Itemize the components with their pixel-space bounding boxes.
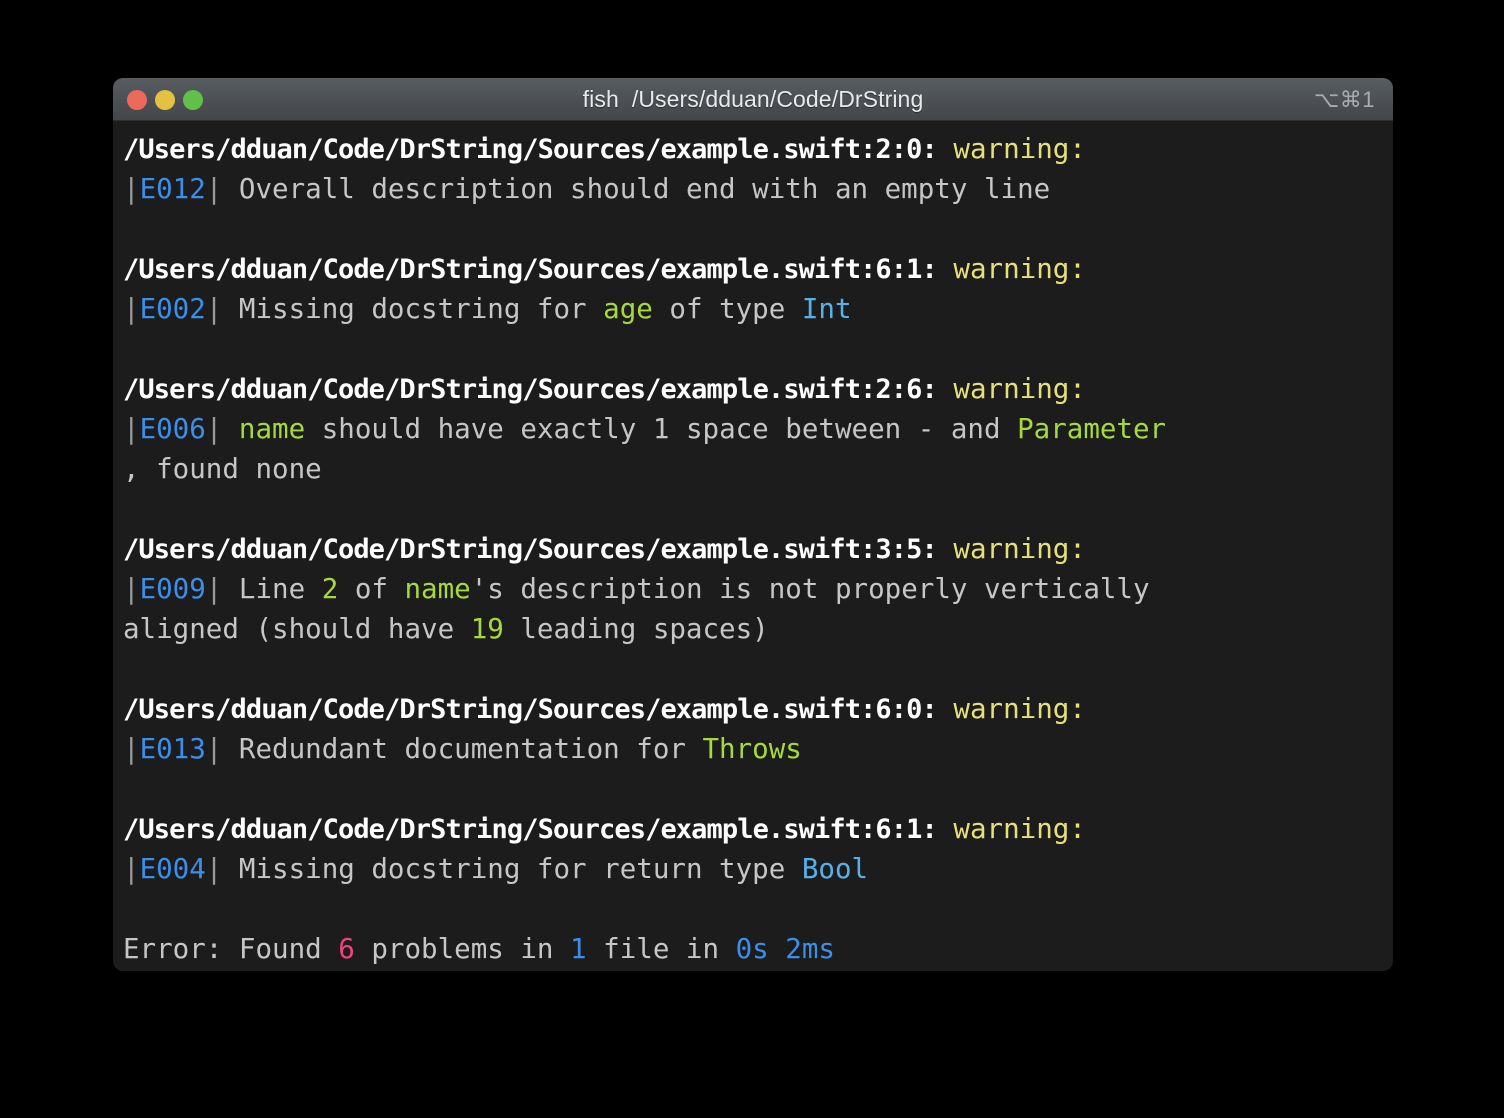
code-delimiter-left: | — [123, 293, 140, 325]
diagnostic-code: E004 — [139, 853, 206, 885]
message-run: Bool — [801, 853, 869, 885]
diagnostic-severity: warning: — [953, 693, 1086, 725]
diagnostic-message-line: |E009| Line 2 of name's description is n… — [117, 569, 1393, 609]
diagnostic-location-line: /Users/dduan/Code/DrString/Sources/examp… — [117, 809, 1393, 849]
code-delimiter-right: | — [205, 173, 223, 205]
code-delimiter-left: | — [123, 733, 140, 765]
window-title: fish /Users/dduan/Code/DrString — [582, 85, 924, 112]
window-titlebar[interactable]: fish /Users/dduan/Code/DrString ⌥⌘1 — [113, 78, 1393, 121]
diagnostic-code: E006 — [139, 413, 206, 445]
close-button-icon[interactable] — [127, 89, 147, 110]
message-run: Int — [801, 293, 852, 325]
diagnostic-location-line: /Users/dduan/Code/DrString/Sources/examp… — [117, 129, 1393, 169]
message-run: Line — [222, 573, 322, 605]
message-run: leading spaces) — [503, 613, 769, 645]
diagnostic-message-line: , found none — [117, 449, 1393, 489]
diagnostic-location-line: /Users/dduan/Code/DrString/Sources/examp… — [117, 689, 1393, 729]
message-run: Missing docstring for — [222, 293, 604, 325]
summary-run: problems in — [354, 933, 571, 965]
minimize-button-icon[interactable] — [155, 89, 175, 110]
message-run: 19 — [470, 613, 504, 645]
zoom-button-icon[interactable] — [183, 89, 203, 110]
diagnostic-code: E009 — [139, 573, 206, 605]
diagnostic-message-line: |E002| Missing docstring for age of type… — [117, 289, 1393, 329]
message-run: Parameter — [1017, 413, 1167, 445]
window-shortcut-label: ⌥⌘1 — [1313, 86, 1375, 112]
diagnostic-message-line: aligned (should have 19 leading spaces) — [117, 609, 1393, 649]
diagnostic-message-line: |E004| Missing docstring for return type… — [117, 849, 1393, 889]
code-delimiter-left: | — [123, 173, 140, 205]
diagnostic-message-line: |E012| Overall description should end wi… — [117, 169, 1393, 209]
message-run: 2 — [321, 573, 339, 605]
message-run: name — [404, 573, 471, 605]
code-delimiter-right: | — [205, 413, 223, 445]
summary-line: Error: Found 6 problems in 1 file in 0s … — [117, 929, 1393, 969]
diagnostic-path: /Users/dduan/Code/DrString/Sources/examp… — [123, 374, 938, 405]
message-run: Missing docstring for return type — [222, 853, 802, 885]
message-run: Redundant documentation for — [222, 733, 703, 765]
diagnostic-location-line: /Users/dduan/Code/DrString/Sources/examp… — [117, 529, 1393, 569]
diagnostic-code: E002 — [139, 293, 206, 325]
diagnostic-message-line: |E006| name should have exactly 1 space … — [117, 409, 1393, 449]
message-run: of — [338, 573, 405, 605]
diagnostic-severity: warning: — [953, 253, 1086, 285]
diagnostic-path: /Users/dduan/Code/DrString/Sources/examp… — [123, 254, 938, 285]
diagnostic-severity: warning: — [953, 813, 1086, 845]
diagnostic-severity: warning: — [953, 373, 1086, 405]
code-delimiter-left: | — [123, 413, 140, 445]
window-controls[interactable] — [127, 78, 203, 121]
terminal-output[interactable]: /Users/dduan/Code/DrString/Sources/examp… — [113, 121, 1393, 971]
diagnostic-path: /Users/dduan/Code/DrString/Sources/examp… — [123, 134, 938, 165]
summary-run: 0s — [735, 933, 769, 965]
code-delimiter-right: | — [205, 733, 223, 765]
diagnostic-location-line: /Users/dduan/Code/DrString/Sources/examp… — [117, 249, 1393, 289]
diagnostic-code: E012 — [139, 173, 206, 205]
code-delimiter-right: | — [205, 293, 223, 325]
message-run — [222, 413, 239, 445]
summary-run: Error: Found — [123, 933, 339, 965]
message-run: Throws — [702, 733, 802, 765]
summary-run: 1 — [570, 933, 587, 965]
diagnostic-severity: warning: — [953, 533, 1086, 565]
summary-run — [769, 933, 786, 965]
summary-run: file in — [586, 933, 736, 965]
diagnostic-message-line: |E013| Redundant documentation for Throw… — [117, 729, 1393, 769]
code-delimiter-right: | — [205, 853, 223, 885]
terminal-window: fish /Users/dduan/Code/DrString ⌥⌘1 /Use… — [113, 78, 1393, 971]
message-run: aligned (should have — [123, 613, 471, 645]
code-delimiter-left: | — [123, 573, 140, 605]
code-delimiter-left: | — [123, 853, 140, 885]
diagnostic-path: /Users/dduan/Code/DrString/Sources/examp… — [123, 534, 938, 565]
message-run: age — [603, 293, 653, 325]
diagnostic-path: /Users/dduan/Code/DrString/Sources/examp… — [123, 814, 938, 845]
message-run: should have exactly 1 space between - an… — [305, 413, 1018, 445]
message-run: name — [238, 413, 306, 445]
summary-run: 2ms — [785, 933, 835, 965]
code-delimiter-right: | — [205, 573, 223, 605]
message-run: of type — [652, 293, 802, 325]
diagnostic-location-line: /Users/dduan/Code/DrString/Sources/examp… — [117, 369, 1393, 409]
diagnostic-code: E013 — [139, 733, 206, 765]
message-run: , found none — [123, 453, 322, 485]
diagnostic-path: /Users/dduan/Code/DrString/Sources/examp… — [123, 694, 938, 725]
message-run: Overall description should end with an e… — [222, 173, 1051, 205]
message-run: 's description is not properly verticall… — [470, 573, 1150, 605]
diagnostic-severity: warning: — [953, 133, 1086, 165]
summary-run: 6 — [338, 933, 355, 965]
